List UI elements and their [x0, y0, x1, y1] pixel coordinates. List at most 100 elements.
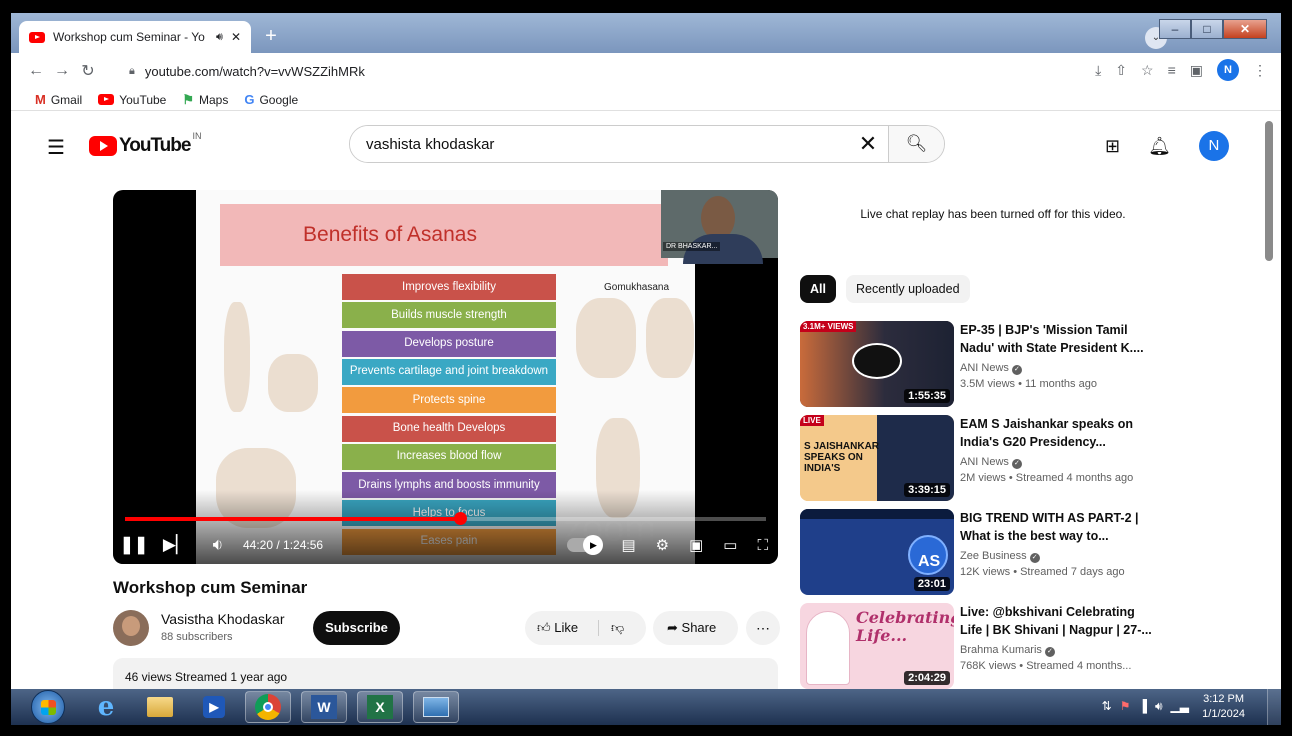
- subtitles-icon[interactable]: ▤: [621, 536, 635, 554]
- maximize-button[interactable]: □: [1191, 19, 1223, 39]
- google-icon: G: [244, 92, 255, 107]
- excel-icon[interactable]: X: [357, 691, 403, 723]
- video-thumbnail[interactable]: 3.1M+ VIEWS 1:55:35: [800, 321, 954, 407]
- recommended-channel[interactable]: Zee Business ✓: [960, 550, 1040, 563]
- more-actions-button[interactable]: ⋯: [746, 611, 780, 645]
- browser-menu-icon[interactable]: ⋮: [1253, 62, 1267, 79]
- page-scrollbar[interactable]: [1261, 113, 1281, 691]
- ie-icon[interactable]: e: [83, 691, 129, 723]
- close-window-button[interactable]: ✕: [1223, 19, 1267, 39]
- more-horizontal-icon: ⋯: [756, 620, 770, 636]
- recommended-title[interactable]: BIG TREND WITH AS PART-2 | What is the b…: [960, 509, 1155, 545]
- share-page-icon[interactable]: ⇧: [1115, 62, 1127, 79]
- profile-avatar[interactable]: N: [1217, 59, 1239, 81]
- next-video-icon[interactable]: ▶▏: [155, 535, 197, 555]
- create-video-icon[interactable]: ⊞: [1105, 136, 1120, 157]
- presenter-webcam: DR BHASKAR...: [661, 190, 778, 264]
- chip-recently-uploaded[interactable]: Recently uploaded: [845, 275, 970, 303]
- network-icon[interactable]: ⇅: [1102, 699, 1112, 714]
- performance-icon[interactable]: ▐: [1138, 699, 1147, 714]
- subscribe-button[interactable]: Subscribe: [313, 611, 400, 645]
- recommended-title[interactable]: EP-35 | BJP's 'Mission Tamil Nadu' with …: [960, 321, 1155, 357]
- bookmark-google[interactable]: G Google: [244, 92, 298, 107]
- dislike-button[interactable]: 👎︎: [599, 620, 624, 636]
- header-actions: ⊞ 🔔︎ N: [1105, 131, 1229, 161]
- chip-all[interactable]: All: [800, 275, 836, 303]
- reading-list-icon[interactable]: ≡: [1168, 62, 1176, 78]
- recommended-video[interactable]: Celebrating Life... 2:04:29 Live: @bkshi…: [800, 603, 1260, 693]
- recommended-channel[interactable]: ANI News ✓: [960, 362, 1022, 375]
- channel-avatar[interactable]: [113, 610, 149, 646]
- reload-icon[interactable]: ↻: [75, 61, 101, 81]
- lock-icon[interactable]: 🔒︎: [129, 65, 135, 78]
- like-button[interactable]: 👍︎ Like: [525, 620, 599, 636]
- photos-icon[interactable]: [413, 691, 459, 723]
- explorer-icon[interactable]: [137, 691, 183, 723]
- progress-bar[interactable]: [125, 512, 766, 525]
- clear-search-icon[interactable]: ✕: [848, 126, 888, 162]
- recommended-title[interactable]: EAM S Jaishankar speaks on India's G20 P…: [960, 415, 1155, 451]
- thumbnail-text: AS: [918, 553, 941, 570]
- bookmark-star-icon[interactable]: ☆: [1141, 62, 1154, 79]
- browser-tab[interactable]: Workshop cum Seminar - Yo 🔊︎ ✕: [19, 21, 251, 53]
- address-bar[interactable]: 🔒︎ youtube.com/watch?v=vvWSZZihMRk: [119, 57, 1039, 85]
- youtube-play-icon: [89, 136, 117, 156]
- minimize-button[interactable]: –: [1159, 19, 1191, 39]
- verified-check-icon: ✓: [1011, 365, 1022, 375]
- share-button[interactable]: ➦ Share: [653, 611, 738, 645]
- miniplayer-icon[interactable]: ▣: [689, 536, 703, 554]
- search-icon: 🔍︎: [905, 134, 928, 153]
- channel-name[interactable]: Vasistha Khodaskar: [161, 611, 284, 627]
- share-arrow-icon: ➦: [667, 620, 678, 635]
- recommended-channel[interactable]: Brahma Kumaris ✓: [960, 644, 1055, 657]
- search-button[interactable]: 🔍︎: [888, 126, 944, 162]
- audio-playing-icon[interactable]: 🔊︎: [216, 31, 223, 44]
- forward-icon[interactable]: →: [49, 62, 75, 80]
- youtube-logo[interactable]: YouTube IN: [89, 131, 201, 157]
- recommended-video[interactable]: AS 23:01 BIG TREND WITH AS PART-2 | What…: [800, 509, 1260, 599]
- tab-title: Workshop cum Seminar - Yo: [53, 30, 205, 44]
- recommended-video[interactable]: 3.1M+ VIEWS 1:55:35 EP-35 | BJP's 'Missi…: [800, 321, 1260, 411]
- volume-icon[interactable]: 🔉︎: [197, 535, 239, 555]
- video-player[interactable]: Benefits of Asanas Improves flexibility B…: [113, 190, 778, 564]
- bookmark-youtube[interactable]: YouTube: [98, 93, 166, 107]
- video-thumbnail[interactable]: AS 23:01: [800, 509, 954, 595]
- menu-icon[interactable]: ☰: [47, 135, 65, 160]
- account-avatar[interactable]: N: [1198, 131, 1229, 161]
- install-app-icon[interactable]: ⤓: [1095, 62, 1101, 79]
- media-player-icon[interactable]: ▶: [191, 691, 237, 723]
- progress-scrubber[interactable]: [453, 512, 467, 525]
- action-center-icon[interactable]: ⚑: [1120, 699, 1131, 714]
- recommended-meta: 768K views • Streamed 4 months...: [960, 660, 1132, 672]
- scrollbar-thumb[interactable]: [1265, 121, 1273, 261]
- show-desktop-button[interactable]: [1267, 689, 1281, 725]
- settings-gear-icon[interactable]: ⚙︎: [656, 536, 669, 554]
- side-panel-icon[interactable]: ▣: [1190, 62, 1203, 79]
- video-title: Workshop cum Seminar: [113, 578, 308, 597]
- recommended-meta: 12K views • Streamed 7 days ago: [960, 566, 1125, 578]
- recommended-title[interactable]: Live: @bkshivani Celebrating Life | BK S…: [960, 603, 1155, 639]
- notifications-bell-icon[interactable]: 🔔︎: [1148, 136, 1171, 157]
- recommended-channel[interactable]: ANI News ✓: [960, 456, 1022, 469]
- word-icon[interactable]: W: [301, 691, 347, 723]
- bookmark-maps[interactable]: ⚑ Maps: [182, 92, 228, 108]
- fullscreen-icon[interactable]: ⛶: [757, 537, 768, 554]
- video-thumbnail[interactable]: Celebrating Life... 2:04:29: [800, 603, 954, 689]
- pause-icon[interactable]: ❚❚: [113, 535, 155, 555]
- bookmark-gmail[interactable]: M Gmail: [35, 92, 82, 107]
- theater-mode-icon[interactable]: ▭: [723, 536, 737, 554]
- speaker-icon[interactable]: 🔊︎: [1155, 699, 1163, 714]
- autoplay-toggle[interactable]: [567, 535, 604, 555]
- taskbar-clock[interactable]: 3:12 PM 1/1/2024: [1202, 692, 1245, 722]
- search-input[interactable]: [350, 126, 848, 162]
- benefit-item: Bone health Develops: [342, 415, 556, 442]
- start-button[interactable]: [31, 690, 65, 724]
- back-icon[interactable]: ←: [23, 62, 49, 80]
- new-tab-button[interactable]: +: [259, 25, 283, 49]
- recommended-video[interactable]: LIVE S JAISHANKAR SPEAKS ON INDIA'S 3:39…: [800, 415, 1260, 505]
- chrome-icon[interactable]: [245, 691, 291, 723]
- signal-icon[interactable]: ▁▃: [1171, 699, 1189, 714]
- close-tab-icon[interactable]: ✕: [231, 30, 241, 44]
- video-thumbnail[interactable]: LIVE S JAISHANKAR SPEAKS ON INDIA'S 3:39…: [800, 415, 954, 501]
- benefit-item: Prevents cartilage and joint breakdown: [342, 358, 556, 385]
